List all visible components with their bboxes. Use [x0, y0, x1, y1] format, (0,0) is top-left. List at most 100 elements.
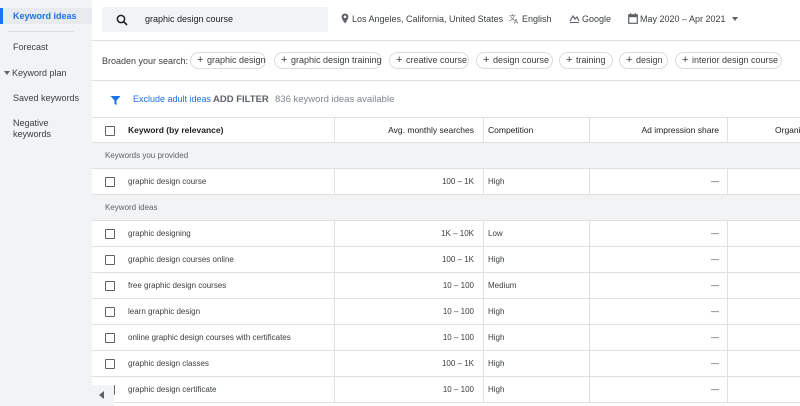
plus-icon: + — [682, 54, 689, 66]
group-label: Keywords you provided — [105, 151, 189, 160]
sidebar-item-label: Keyword plan — [12, 68, 67, 78]
chevron-left-icon — [99, 391, 104, 399]
broaden-chip[interactable]: + graphic design training — [274, 52, 382, 69]
calendar-icon — [628, 13, 638, 24]
divider — [92, 80, 800, 81]
svg-text:A: A — [514, 19, 519, 25]
group-header-row: Keyword ideas — [92, 195, 800, 221]
searches-cell: 10 – 100 — [442, 281, 474, 290]
sidebar-item-saved-keywords[interactable]: Saved keywords — [0, 93, 92, 104]
sidebar: Keyword ideas Forecast Keyword plan Save… — [0, 0, 92, 406]
ad-impression-cell: — — [711, 177, 719, 186]
search-value: graphic design course — [145, 14, 234, 24]
chip-label: design — [636, 55, 663, 65]
column-divider — [727, 325, 728, 350]
plus-icon: + — [281, 54, 288, 66]
column-divider — [727, 247, 728, 272]
plus-icon: + — [626, 54, 633, 66]
plus-icon: + — [566, 54, 573, 66]
keyword-cell: free graphic design courses — [128, 281, 227, 290]
sidebar-item-label: Keyword ideas — [13, 11, 77, 21]
table-row[interactable]: graphic design certificate 10 – 100 High… — [92, 377, 800, 403]
competition-cell: High — [488, 333, 505, 342]
sidebar-item-label: Negative keywords — [13, 118, 52, 139]
broaden-chip[interactable]: + interior design course — [675, 52, 782, 69]
ad-impression-cell: — — [711, 255, 719, 264]
keyword-cell: learn graphic design — [128, 307, 201, 316]
keyword-cell: graphic design courses online — [128, 255, 234, 264]
column-header-competition[interactable]: Competition — [488, 118, 533, 143]
ad-impression-cell: — — [711, 385, 719, 394]
column-divider — [483, 221, 484, 246]
table-row[interactable]: learn graphic design 10 – 100 High — — [92, 299, 800, 325]
searches-cell: 10 – 100 — [442, 385, 474, 394]
scroll-left-button[interactable] — [92, 385, 114, 406]
sidebar-item-label: Saved keywords — [13, 93, 80, 103]
competition-cell: Medium — [488, 281, 517, 290]
ad-impression-cell: — — [711, 333, 719, 342]
language-selector[interactable]: 文A English — [509, 13, 559, 25]
table-row[interactable]: free graphic design courses 10 – 100 Med… — [92, 273, 800, 299]
ad-impression-cell: — — [711, 307, 719, 316]
row-checkbox[interactable] — [105, 229, 115, 239]
column-header-organic[interactable]: Organic — [775, 118, 800, 143]
column-divider — [727, 169, 728, 194]
location-selector[interactable]: Los Angeles, California, United States — [341, 13, 503, 25]
ad-impression-cell: — — [711, 359, 719, 368]
translate-icon: 文A — [509, 13, 519, 25]
table-row[interactable]: online graphic design courses with certi… — [92, 325, 800, 351]
row-checkbox[interactable] — [105, 307, 115, 317]
plus-icon: + — [396, 54, 403, 66]
competition-cell: High — [488, 385, 505, 394]
broaden-chip[interactable]: + graphic design — [190, 52, 266, 69]
column-divider — [727, 351, 728, 376]
search-icon — [116, 13, 128, 31]
column-divider — [483, 118, 484, 143]
sidebar-item-keyword-ideas[interactable]: Keyword ideas — [0, 8, 92, 24]
column-header-ad-impression[interactable]: Ad impression share — [589, 118, 719, 143]
add-filter-button[interactable]: ADD FILTER — [213, 94, 269, 105]
sidebar-item-negative-keywords[interactable]: Negative keywords — [0, 118, 60, 140]
column-divider — [483, 351, 484, 376]
column-header-keyword[interactable]: Keyword (by relevance) — [128, 118, 223, 143]
language-label: English — [522, 14, 552, 24]
broaden-chip[interactable]: + creative course — [389, 52, 469, 69]
keyword-cell: online graphic design courses with certi… — [128, 333, 291, 342]
filter-icon[interactable] — [110, 93, 121, 111]
select-all-checkbox[interactable] — [105, 126, 115, 136]
keyword-search-input[interactable]: graphic design course — [102, 7, 328, 32]
row-checkbox[interactable] — [105, 359, 115, 369]
chip-label: creative course — [406, 55, 468, 65]
competition-cell: High — [488, 359, 505, 368]
search-network-icon — [569, 14, 580, 23]
row-checkbox[interactable] — [105, 177, 115, 187]
row-checkbox[interactable] — [105, 281, 115, 291]
row-checkbox[interactable] — [105, 255, 115, 265]
main-content: graphic design course Los Angeles, Calif… — [92, 0, 800, 406]
broaden-chip[interactable]: + design — [619, 52, 668, 69]
keyword-cell: graphic designing — [128, 229, 191, 238]
broaden-chip[interactable]: + design course — [476, 52, 553, 69]
column-divider — [483, 377, 484, 402]
sidebar-item-keyword-plan[interactable]: Keyword plan — [0, 68, 92, 79]
table-row[interactable]: graphic design courses online 100 – 1K H… — [92, 247, 800, 273]
table-header-row: Keyword (by relevance) Avg. monthly sear… — [92, 117, 800, 143]
competition-cell: High — [488, 307, 505, 316]
table-row[interactable]: graphic design course 100 – 1K High — — [92, 169, 800, 195]
row-checkbox[interactable] — [105, 333, 115, 343]
sidebar-divider — [8, 31, 74, 32]
location-label: Los Angeles, California, United States — [352, 14, 504, 24]
column-header-searches[interactable]: Avg. monthly searches — [334, 118, 474, 143]
table-row[interactable]: graphic design classes 100 – 1K High — — [92, 351, 800, 377]
location-pin-icon — [341, 13, 349, 24]
keyword-cell: graphic design classes — [128, 359, 209, 368]
column-divider — [483, 325, 484, 350]
sidebar-item-forecast[interactable]: Forecast — [0, 42, 92, 53]
date-range-selector[interactable]: May 2020 – Apr 2021 — [628, 13, 743, 25]
exclude-adult-ideas-filter[interactable]: Exclude adult ideas — [133, 94, 211, 104]
ad-impression-cell: — — [711, 281, 719, 290]
plus-icon: + — [483, 54, 490, 66]
network-selector[interactable]: Google — [569, 13, 619, 25]
broaden-chip[interactable]: + training — [559, 52, 613, 69]
table-row[interactable]: graphic designing 1K – 10K Low — — [92, 221, 800, 247]
